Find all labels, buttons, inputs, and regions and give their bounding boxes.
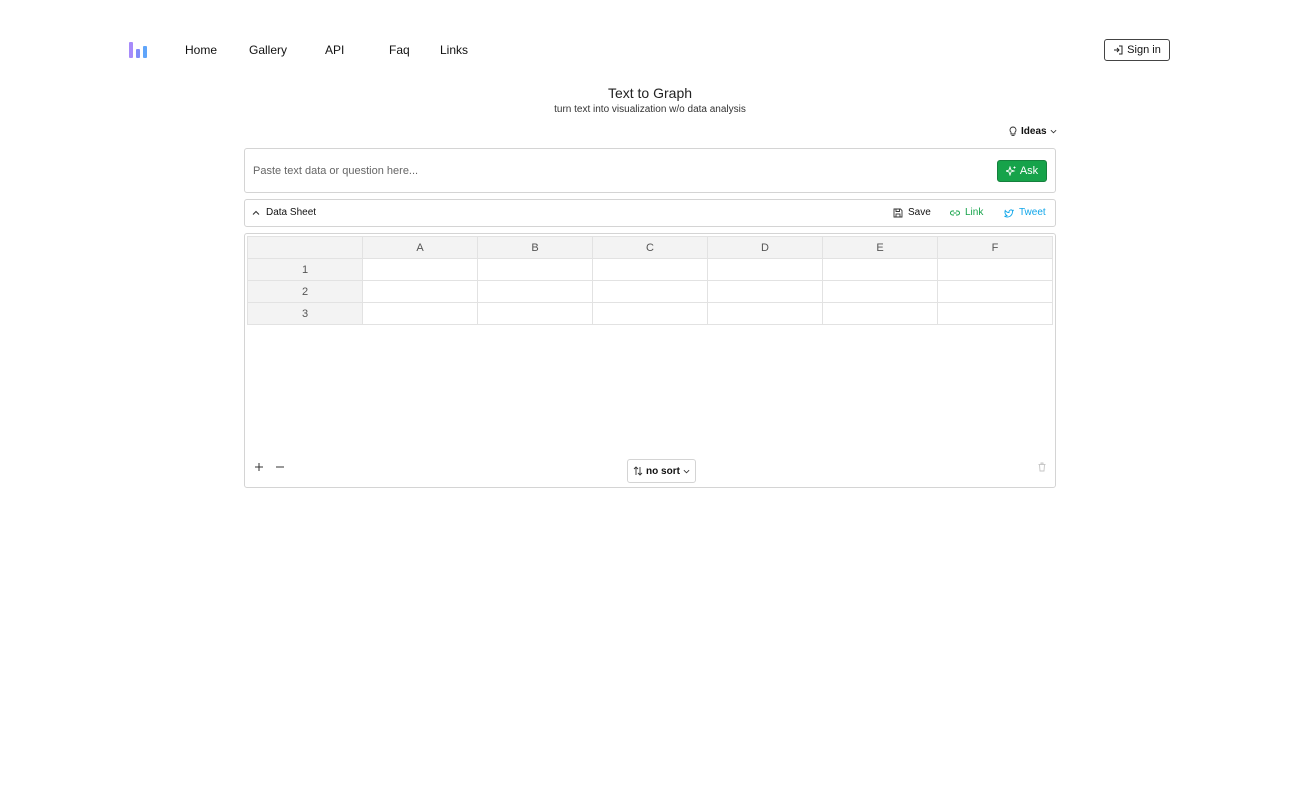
save-button[interactable]: Save [893, 207, 931, 218]
sort-label: no sort [646, 465, 680, 477]
twitter-bird-icon [1004, 208, 1014, 217]
link-label: Link [965, 207, 984, 218]
data-sheet-bar: Data Sheet Save Link Tweet [244, 199, 1056, 227]
column-header-a[interactable]: A [362, 236, 478, 259]
data-table: A B C D E F 1 2 3 [247, 236, 1053, 325]
table-header-row: A B C D E F [247, 236, 1053, 259]
row-header[interactable]: 3 [247, 302, 363, 325]
table-row: 2 [247, 280, 1053, 303]
page-title: Text to Graph [607, 85, 693, 101]
save-label: Save [908, 207, 931, 218]
add-row-button[interactable] [253, 461, 265, 473]
column-header-e[interactable]: E [822, 236, 938, 259]
row-header[interactable]: 1 [247, 258, 363, 281]
column-header-b[interactable]: B [477, 236, 593, 259]
sparkle-icon [1005, 166, 1016, 176]
ask-input[interactable] [253, 160, 983, 182]
sort-arrows-icon [633, 466, 643, 476]
data-sheet-label: Data Sheet [266, 207, 317, 218]
data-sheet-panel: A B C D E F 1 2 3 no sort [244, 233, 1056, 488]
table-row: 1 [247, 258, 1053, 281]
ideas-label: Ideas [1021, 125, 1047, 137]
data-sheet-toggle[interactable]: Data Sheet [252, 207, 316, 218]
table-cell[interactable] [592, 302, 708, 325]
ideas-dropdown[interactable]: Ideas [1008, 124, 1057, 138]
plus-icon [255, 463, 263, 471]
table-row: 3 [247, 302, 1053, 325]
table-cell[interactable] [592, 280, 708, 303]
link-icon [950, 210, 960, 215]
table-cell[interactable] [477, 258, 593, 281]
table-cell[interactable] [362, 258, 478, 281]
trash-icon [1038, 462, 1046, 472]
bar-chart-logo-icon[interactable] [129, 41, 147, 58]
ask-button[interactable]: Ask [997, 160, 1047, 182]
sign-in-label: Sign in [1127, 44, 1161, 56]
nav-home[interactable]: Home [185, 43, 217, 57]
remove-row-button[interactable] [274, 461, 286, 473]
table-cell[interactable] [707, 280, 823, 303]
lightbulb-icon [1009, 126, 1017, 136]
table-cell[interactable] [592, 258, 708, 281]
nav-links[interactable]: Links [440, 43, 468, 57]
table-cell[interactable] [822, 302, 938, 325]
table-cell[interactable] [362, 280, 478, 303]
column-header-c[interactable]: C [592, 236, 708, 259]
corner-cell[interactable] [247, 236, 363, 259]
tweet-label: Tweet [1019, 207, 1046, 218]
table-cell[interactable] [937, 302, 1053, 325]
table-cell[interactable] [937, 258, 1053, 281]
sign-in-icon [1114, 45, 1123, 55]
chevron-down-icon [1050, 129, 1057, 133]
chevron-up-icon [252, 210, 260, 215]
row-header[interactable]: 2 [247, 280, 363, 303]
floppy-disk-icon [893, 208, 903, 217]
column-header-f[interactable]: F [937, 236, 1053, 259]
clear-table-button[interactable] [1036, 461, 1048, 473]
chevron-down-icon [683, 469, 690, 473]
table-cell[interactable] [477, 302, 593, 325]
table-cell[interactable] [822, 280, 938, 303]
sort-dropdown[interactable]: no sort [627, 459, 696, 483]
table-cell[interactable] [707, 258, 823, 281]
nav-gallery[interactable]: Gallery [249, 43, 287, 57]
nav-faq[interactable]: Faq [389, 43, 410, 57]
link-button[interactable]: Link [950, 207, 983, 218]
sign-in-button[interactable]: Sign in [1104, 39, 1170, 61]
table-cell[interactable] [937, 280, 1053, 303]
table-cell[interactable] [822, 258, 938, 281]
nav-api[interactable]: API [325, 43, 344, 57]
table-cell[interactable] [477, 280, 593, 303]
table-cell[interactable] [707, 302, 823, 325]
table-cell[interactable] [362, 302, 478, 325]
page-subtitle: turn text into visualization w/o data an… [554, 104, 746, 115]
ask-box: Ask [244, 148, 1056, 193]
tweet-button[interactable]: Tweet [1004, 207, 1046, 218]
column-header-d[interactable]: D [707, 236, 823, 259]
ask-button-label: Ask [1019, 165, 1039, 177]
minus-icon [276, 466, 284, 468]
